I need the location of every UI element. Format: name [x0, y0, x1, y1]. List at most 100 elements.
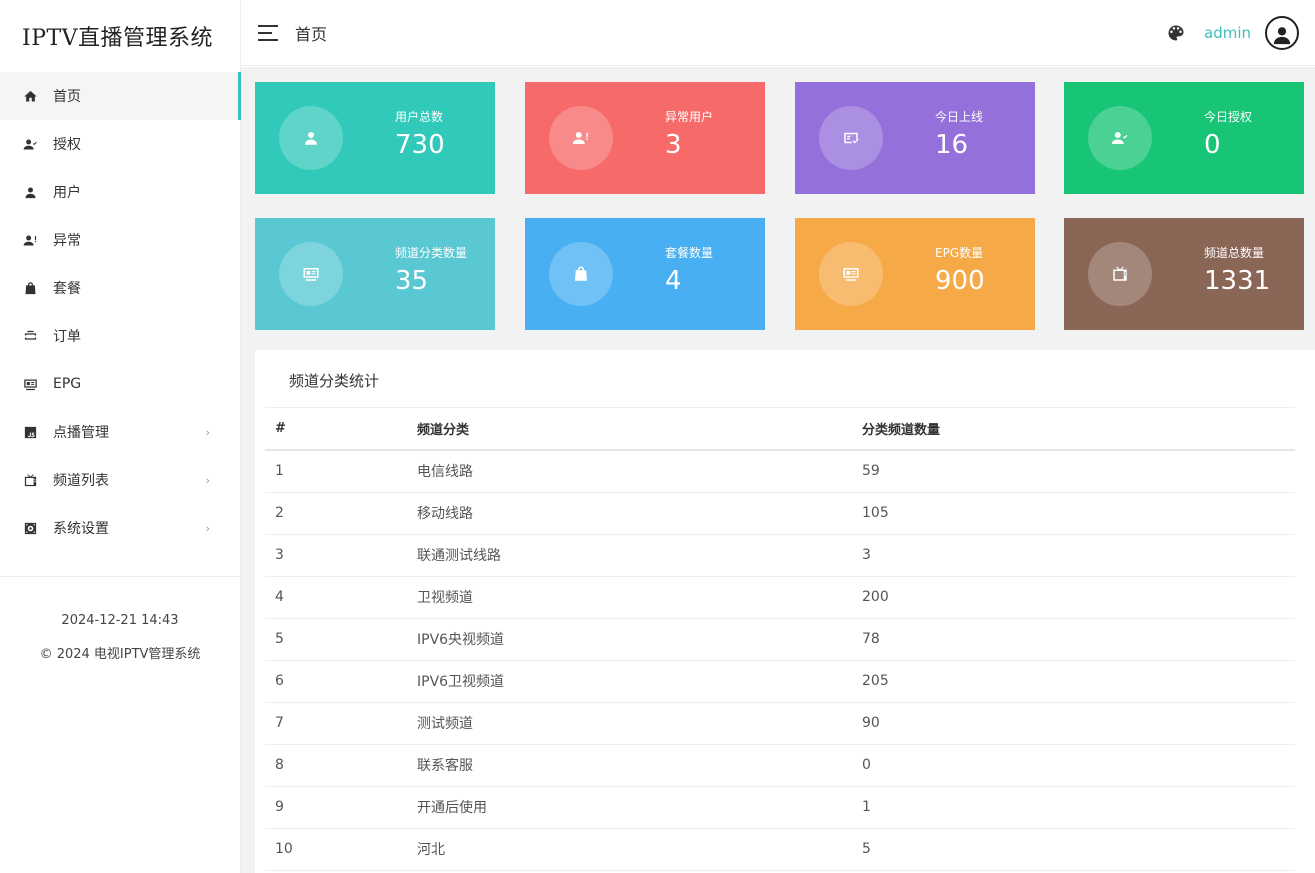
cell-index: 6: [265, 660, 417, 703]
channel-category-panel: 频道分类统计 # 频道分类 分类频道数量 1 电信线路 59 2 移动线路 105 3 联通测…: [255, 350, 1315, 873]
stat-card[interactable]: 套餐数量 4: [525, 218, 765, 330]
cell-category: 联系客服: [417, 744, 862, 787]
stat-value: 1331: [1204, 266, 1271, 296]
stat-label: 频道总数量: [1204, 246, 1265, 260]
cell-count: 205: [862, 660, 1295, 703]
stat-card[interactable]: 频道总数量 1331: [1064, 218, 1304, 330]
user-icon: [22, 184, 38, 200]
top-header: 首页 admin: [241, 0, 1315, 66]
table-row[interactable]: 3 联通测试线路 3: [265, 534, 1295, 577]
sidebar-item[interactable]: 首页: [0, 72, 241, 120]
cell-index: 2: [265, 492, 417, 535]
sidebar-item-label: 点播管理: [53, 425, 109, 441]
cell-category: 开通后使用: [417, 786, 862, 829]
cell-count: 3: [862, 534, 1295, 577]
sidebar-item[interactable]: EPG: [0, 360, 240, 408]
table-row[interactable]: 8 联系客服 0: [265, 744, 1295, 787]
sidebar-menu: 首页 授权 用户 异常 套餐 订单 EPG 点播管理 › 频道列表 › 系统设置 ›: [0, 72, 241, 552]
stat-value: 35: [395, 266, 429, 296]
table-row[interactable]: 5 IPV6央视频道 78: [265, 618, 1295, 661]
col-count: 分类频道数量: [862, 408, 1295, 451]
chevron-right-icon: ›: [205, 521, 210, 535]
sidebar-item-label: 频道列表: [53, 473, 109, 489]
table-row[interactable]: 9 开通后使用 1: [265, 786, 1295, 829]
cell-category: IPV6央视频道: [417, 618, 862, 661]
cell-count: 5: [862, 828, 1295, 871]
page-title: 首页: [295, 24, 328, 44]
menu-toggle-icon[interactable]: [258, 24, 278, 41]
sidebar-item-label: 用户: [53, 185, 81, 201]
online-icon: [819, 106, 883, 170]
stat-value: 900: [935, 266, 985, 296]
sidebar-item-label: 授权: [53, 137, 81, 153]
stat-card[interactable]: 用户总数 730: [255, 82, 495, 194]
cell-category: 河北: [417, 828, 862, 871]
bag-icon: [549, 242, 613, 306]
user-icon: [279, 106, 343, 170]
app-root: IPTV直播管理系统 首页 授权 用户 异常 套餐 订单 EPG 点播管理 › 频道列表 › 系统设置…: [0, 0, 1315, 873]
stat-value: 3: [665, 130, 682, 160]
table-body: 1 电信线路 59 2 移动线路 105 3 联通测试线路 3 4 卫视频道 200 5 IPV6央视频道…: [265, 450, 1295, 871]
cell-category: 电信线路: [417, 450, 862, 493]
cell-category: IPV6卫视频道: [417, 660, 862, 703]
cell-category: 移动线路: [417, 492, 862, 535]
cell-index: 1: [265, 450, 417, 493]
cell-index: 7: [265, 702, 417, 745]
stat-label: 异常用户: [665, 110, 714, 124]
sidebar-item-label: 套餐: [53, 281, 81, 297]
stat-card[interactable]: 今日授权 0: [1064, 82, 1304, 194]
table-row[interactable]: 7 测试频道 90: [265, 702, 1295, 745]
cell-index: 10: [265, 828, 417, 871]
table-row[interactable]: 6 IPV6卫视频道 205: [265, 660, 1295, 703]
sidebar-item[interactable]: 订单: [0, 312, 240, 360]
stat-card[interactable]: 今日上线 16: [795, 82, 1035, 194]
table-header-row: # 频道分类 分类频道数量: [265, 408, 1295, 451]
tv-icon: [22, 472, 38, 488]
stat-card[interactable]: EPG数量 900: [795, 218, 1035, 330]
app-brand[interactable]: IPTV直播管理系统: [0, 0, 240, 72]
sidebar-item[interactable]: 频道列表 ›: [0, 456, 240, 504]
stat-card[interactable]: 异常用户 3: [525, 82, 765, 194]
stat-value: 0: [1204, 130, 1221, 160]
sidebar-item[interactable]: 系统设置 ›: [0, 504, 240, 552]
js-icon: [22, 424, 38, 440]
user-alert-icon: [22, 232, 38, 248]
table-row[interactable]: 1 电信线路 59: [265, 450, 1295, 493]
stat-value: 16: [935, 130, 969, 160]
cell-index: 4: [265, 576, 417, 619]
table-row[interactable]: 4 卫视频道 200: [265, 576, 1295, 619]
cell-count: 78: [862, 618, 1295, 661]
home-icon: [22, 88, 38, 104]
stat-card[interactable]: 频道分类数量 35: [255, 218, 495, 330]
sidebar-item[interactable]: 授权: [0, 120, 240, 168]
col-category: 频道分类: [417, 408, 862, 451]
sidebar-item[interactable]: 用户: [0, 168, 240, 216]
table-row[interactable]: 2 移动线路 105: [265, 492, 1295, 535]
stat-label: EPG数量: [935, 246, 984, 260]
avatar-icon[interactable]: [1265, 16, 1299, 50]
sidebar-item-label: 订单: [53, 329, 81, 345]
sidebar-item-label: EPG: [53, 376, 82, 392]
cell-count: 1: [862, 786, 1295, 829]
cell-index: 5: [265, 618, 417, 661]
chevron-right-icon: ›: [205, 473, 210, 487]
user-check-icon: [1088, 106, 1152, 170]
bag-icon: [22, 280, 38, 296]
footer-copyright: © 2024 电视IPTV管理系统: [39, 647, 201, 662]
cell-category: 联通测试线路: [417, 534, 862, 577]
sidebar-item[interactable]: 异常: [0, 216, 240, 264]
main-content: 用户总数 730 异常用户 3 今日上线 16 今日授权 0 频道分类数量 35 套餐数量 4 EPG数…: [241, 67, 1315, 873]
palette-icon[interactable]: [1166, 23, 1186, 43]
table-row[interactable]: 10 河北 5: [265, 828, 1295, 871]
sidebar-item[interactable]: 点播管理 ›: [0, 408, 240, 456]
sidebar-item[interactable]: 套餐: [0, 264, 240, 312]
user-name-link[interactable]: admin: [1204, 24, 1251, 42]
epg-icon: [819, 242, 883, 306]
sidebar-footer: 2024-12-21 14:43 © 2024 电视IPTV管理系统: [0, 604, 240, 672]
cell-count: 105: [862, 492, 1295, 535]
user-alert-icon: [549, 106, 613, 170]
cell-count: 90: [862, 702, 1295, 745]
tv-icon: [1088, 242, 1152, 306]
epg-icon: [22, 376, 38, 392]
footer-datetime: 2024-12-21 14:43: [61, 613, 179, 628]
